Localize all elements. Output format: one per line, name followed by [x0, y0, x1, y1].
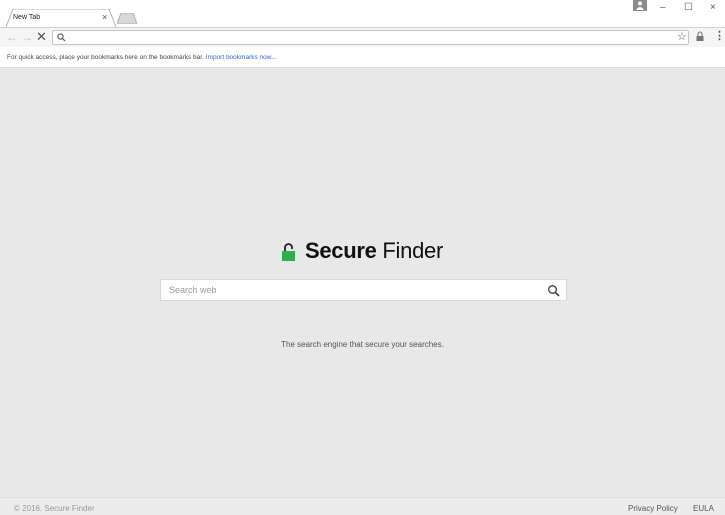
lock-icon [282, 243, 295, 261]
back-button[interactable]: ← [6, 30, 18, 44]
tab-title: New Tab [13, 14, 41, 21]
profile-button[interactable] [633, 0, 647, 11]
extension-lock-icon[interactable] [696, 31, 704, 41]
footer: © 2016. Secure Finder Privacy Policy EUL… [0, 497, 725, 515]
tagline: The search engine that secure your searc… [281, 340, 444, 349]
logo-text: Secure Finder [305, 238, 443, 264]
search-icon [57, 33, 66, 42]
profile-icon [636, 1, 644, 10]
privacy-policy-link[interactable]: Privacy Policy [628, 504, 678, 513]
new-tab-button[interactable] [117, 13, 137, 24]
bookmarks-bar-hint: For quick access, place your bookmarks h… [7, 54, 204, 61]
window-close-button[interactable]: × [710, 3, 716, 13]
tab-strip: New Tab × – ☐ × [0, 0, 725, 27]
minimize-button[interactable]: – [660, 3, 666, 13]
forward-button[interactable]: → [21, 30, 33, 44]
bookmarks-bar: For quick access, place your bookmarks h… [0, 47, 725, 68]
search-submit-icon[interactable] [547, 284, 561, 298]
address-bar[interactable]: ☆ [52, 30, 689, 45]
stop-button[interactable]: ✕ [36, 30, 47, 44]
maximize-button[interactable]: ☐ [684, 3, 693, 13]
search-box [160, 279, 567, 301]
bookmark-star-icon[interactable]: ☆ [677, 30, 687, 44]
menu-icon[interactable]: ⋮ [714, 30, 725, 42]
logo-bold-word: Secure [305, 238, 377, 263]
import-bookmarks-link[interactable]: Import bookmarks now... [206, 54, 277, 61]
copyright-text: © 2016. Secure Finder [14, 504, 95, 513]
search-input[interactable] [169, 280, 539, 300]
tab-new-tab[interactable]: New Tab × [6, 9, 116, 27]
logo-regular-word: Finder [382, 238, 443, 263]
eula-link[interactable]: EULA [693, 504, 714, 513]
browser-toolbar: ← → ✕ ☆ [0, 27, 725, 47]
tab-close-icon[interactable]: × [102, 12, 107, 22]
address-input[interactable] [69, 31, 669, 44]
